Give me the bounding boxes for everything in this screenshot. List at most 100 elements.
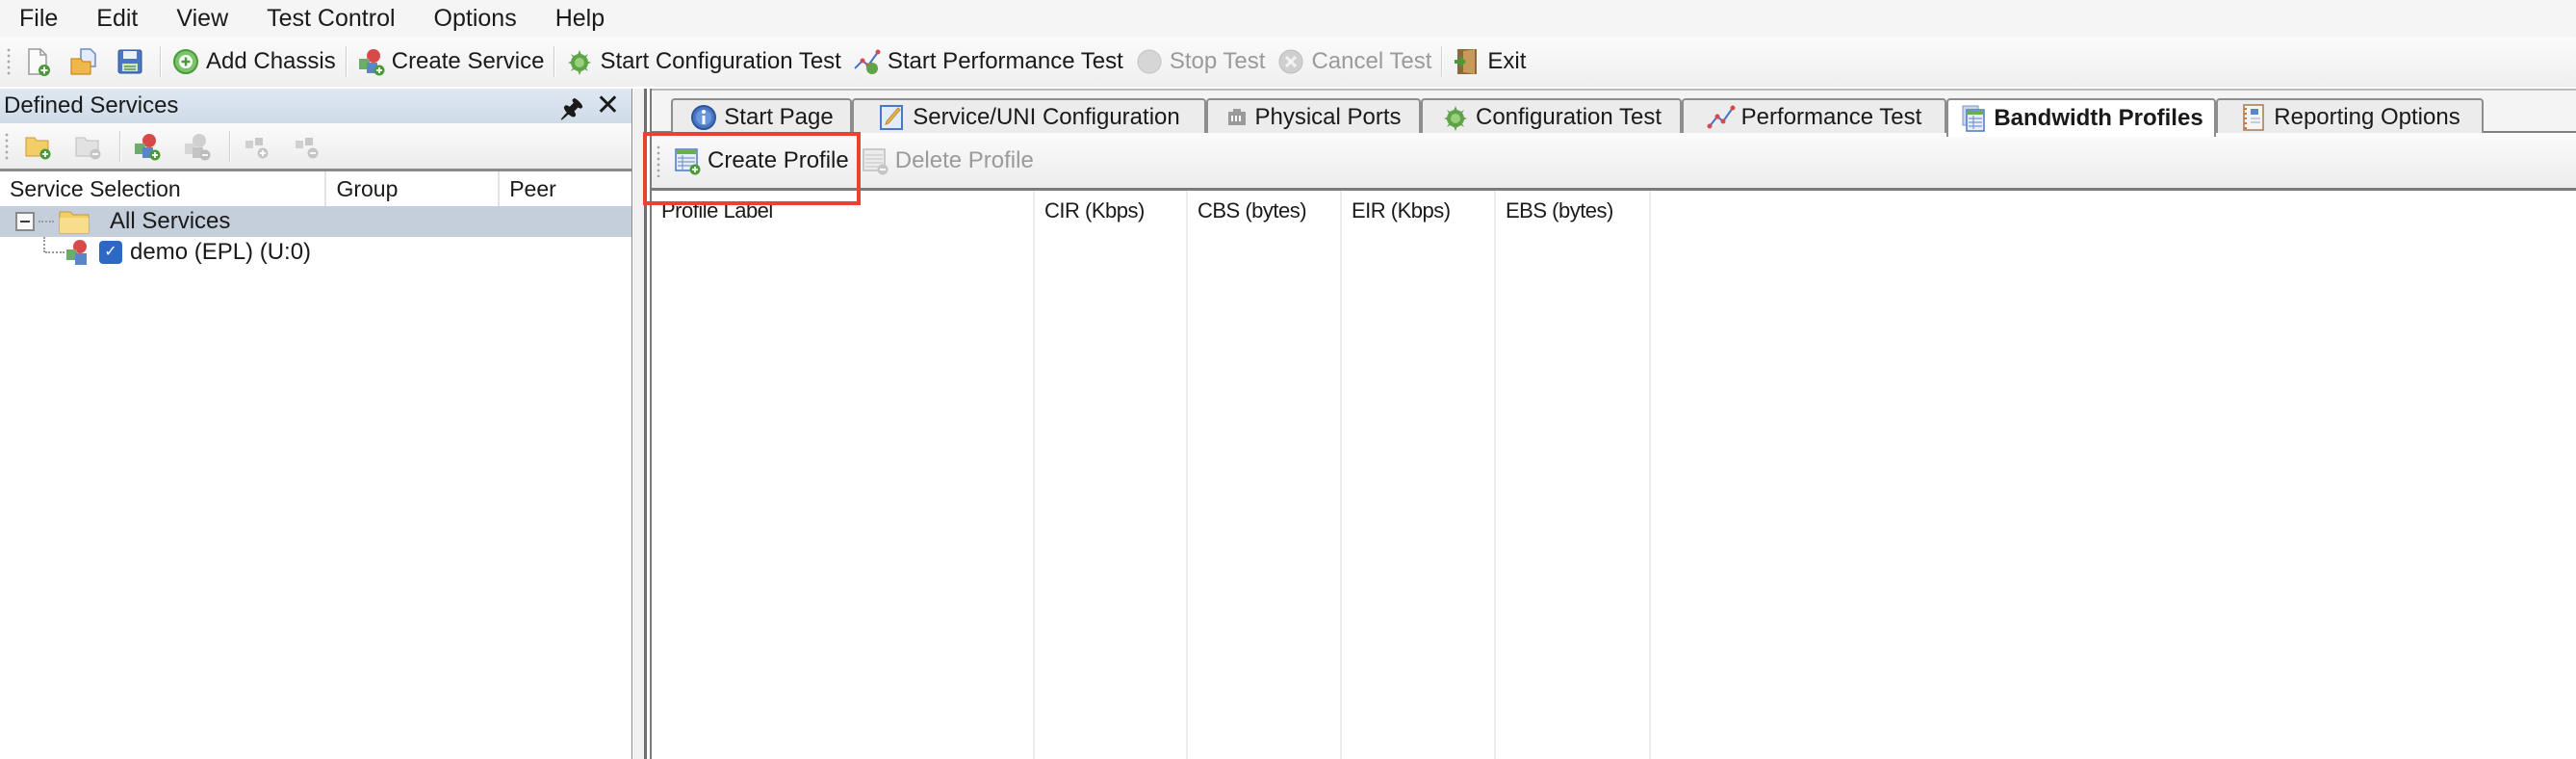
tree-node-all-services[interactable]: All Services — [0, 206, 631, 237]
create-service-button[interactable]: Create Service — [351, 40, 551, 83]
folder-icon — [59, 211, 90, 234]
performance-graph-icon — [854, 49, 881, 74]
collapse-toggle[interactable] — [15, 212, 35, 231]
defined-services-panel: Defined Services 🖈 ✕ Service Selection G… — [0, 89, 632, 759]
bandwidth-profiles-table: Profile Label CIR (Kbps) CBS (bytes) EIR… — [652, 191, 2576, 759]
toolbar-grip[interactable] — [4, 131, 10, 161]
stop-test-button[interactable]: Stop Test — [1129, 40, 1272, 83]
bug-gear-icon — [568, 50, 592, 75]
add-chassis-label: Add Chassis — [206, 48, 336, 74]
tab-label: Configuration Test — [1475, 104, 1662, 130]
remove-group-button[interactable] — [65, 125, 116, 168]
menu-file[interactable]: File — [0, 0, 77, 37]
remove-peer-button[interactable] — [285, 125, 335, 168]
services-toolbar — [0, 123, 631, 171]
toolbar-separator — [554, 46, 556, 77]
tab-service-uni-configuration[interactable]: Service/UNI Configuration — [852, 98, 1206, 135]
pin-icon[interactable]: 🖈 — [560, 91, 583, 133]
column-header-group[interactable]: Group — [326, 171, 501, 206]
tab-configuration-test[interactable]: Configuration Test — [1421, 98, 1682, 135]
tab-label: Bandwidth Profiles — [1994, 105, 2203, 131]
exit-label: Exit — [1487, 48, 1527, 74]
cancel-x-icon — [1278, 49, 1303, 74]
main-toolbar: Add Chassis Create Service Start Configu… — [0, 37, 2576, 87]
new-document-icon — [28, 48, 50, 76]
add-group-button[interactable] — [15, 125, 65, 168]
start-configuration-test-label: Start Configuration Test — [600, 48, 841, 74]
stop-test-label: Stop Test — [1169, 48, 1266, 74]
add-peer-button[interactable] — [235, 125, 285, 168]
tab-label: Start Page — [724, 104, 834, 130]
toolbar-grip[interactable] — [656, 144, 661, 177]
tab-label: Performance Test — [1740, 104, 1922, 130]
tab-bandwidth-profiles[interactable]: Bandwidth Profiles — [1946, 98, 2216, 137]
tab-performance-test[interactable]: Performance Test — [1682, 98, 1946, 135]
remove-service-button[interactable] — [175, 125, 225, 168]
menu-edit[interactable]: Edit — [77, 0, 157, 37]
menu-view[interactable]: View — [157, 0, 247, 37]
delete-profile-icon — [862, 147, 889, 174]
service-cubes-icon — [66, 240, 87, 265]
save-button[interactable] — [110, 40, 156, 83]
menu-bar: File Edit View Test Control Options Help — [0, 0, 2576, 37]
info-icon — [691, 105, 717, 130]
service-checkbox[interactable]: ✓ — [99, 241, 122, 264]
column-header-cir[interactable]: CIR (Kbps) — [1035, 191, 1188, 759]
column-header-service-selection[interactable]: Service Selection — [0, 171, 327, 206]
delete-profile-label: Delete Profile — [894, 146, 1034, 173]
start-configuration-test-button[interactable]: Start Configuration Test — [559, 40, 846, 83]
bandwidth-profiles-header: Profile Label CIR (Kbps) CBS (bytes) EIR… — [652, 191, 2576, 759]
add-service-icon — [135, 133, 161, 160]
stop-circle-icon — [1137, 49, 1162, 74]
column-header-cbs[interactable]: CBS (bytes) — [1188, 191, 1342, 759]
start-performance-test-button[interactable]: Start Performance Test — [847, 40, 1129, 83]
menu-options[interactable]: Options — [415, 0, 536, 37]
create-profile-label: Create Profile — [708, 146, 849, 173]
tab-label: Reporting Options — [2274, 104, 2460, 130]
tab-reporting-options[interactable]: Reporting Options — [2216, 98, 2484, 135]
start-performance-test-label: Start Performance Test — [887, 48, 1123, 74]
bandwidth-profiles-toolbar: Create Profile Delete Profile — [652, 133, 2576, 191]
document-area: Start Page Service/UNI Configuration Phy… — [650, 89, 2576, 759]
tab-label: Physical Ports — [1254, 104, 1402, 130]
column-header-peer[interactable]: Peer — [500, 171, 631, 206]
add-folder-icon — [25, 137, 51, 159]
remove-folder-icon — [75, 137, 101, 159]
tab-physical-ports[interactable]: Physical Ports — [1206, 98, 1421, 135]
toolbar-separator — [229, 130, 231, 162]
tree-connector — [39, 221, 54, 222]
add-chassis-button[interactable]: Add Chassis — [166, 40, 342, 83]
menu-test-control[interactable]: Test Control — [247, 0, 414, 37]
new-button[interactable] — [17, 40, 64, 83]
tree-connector — [45, 251, 64, 253]
open-folder-icon — [70, 48, 96, 75]
delete-profile-button[interactable]: Delete Profile — [855, 140, 1040, 182]
toolbar-separator — [345, 46, 348, 77]
open-button[interactable] — [64, 40, 110, 83]
column-header-profile-label[interactable]: Profile Label — [652, 191, 1035, 759]
notebook-icon — [2243, 104, 2265, 131]
remove-peer-icon — [296, 137, 319, 158]
menu-help[interactable]: Help — [536, 0, 624, 37]
exit-button[interactable]: Exit — [1447, 40, 1532, 83]
save-disk-icon — [117, 49, 142, 74]
create-profile-button[interactable]: Create Profile — [667, 140, 855, 182]
create-service-label: Create Service — [391, 48, 545, 74]
column-header-eir[interactable]: EIR (Kbps) — [1342, 191, 1496, 759]
tab-start-page[interactable]: Start Page — [671, 98, 852, 135]
column-header-ebs[interactable]: EBS (bytes) — [1496, 191, 1651, 759]
tab-label: Service/UNI Configuration — [913, 104, 1180, 130]
toolbar-separator — [160, 46, 162, 77]
close-icon[interactable]: ✕ — [596, 89, 620, 122]
edit-pencil-icon — [880, 105, 904, 130]
cancel-test-button[interactable]: Cancel Test — [1271, 40, 1437, 83]
toolbar-grip[interactable] — [6, 47, 12, 76]
defined-services-header: Defined Services 🖈 ✕ — [0, 89, 631, 123]
service-cubes-icon — [358, 49, 385, 76]
panel-splitter[interactable] — [633, 89, 647, 759]
add-service-button[interactable] — [125, 125, 175, 168]
add-circle-icon — [173, 49, 198, 74]
exit-door-icon — [1455, 49, 1478, 74]
tree-node-service[interactable]: ✓ demo (EPL) (U:0) — [0, 237, 631, 268]
line-graph-icon — [1707, 105, 1736, 129]
